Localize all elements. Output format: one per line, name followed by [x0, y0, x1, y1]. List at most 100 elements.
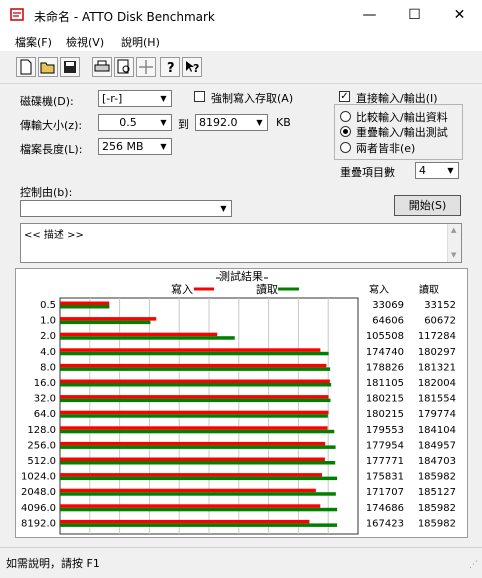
description-text: << 描述 >> — [24, 230, 84, 241]
direct-io-checkbox[interactable]: ✓ — [339, 91, 350, 102]
to-label: 到 — [178, 118, 189, 131]
compare-radio[interactable] — [340, 111, 351, 122]
open-folder-icon[interactable] — [38, 57, 58, 77]
category-label: 0.5 — [40, 300, 56, 311]
write-value: 105508 — [366, 331, 404, 342]
menu-file[interactable]: 檔案(F) — [15, 34, 52, 50]
transfer-from-select[interactable]: 0.5 ▼ — [98, 114, 172, 131]
help-icon[interactable]: ? — [160, 57, 180, 77]
benchmark-chart: 測試結果寫入讀取寫入讀取020406080100120140160180200傳… — [21, 269, 456, 564]
queue-depth-select[interactable]: 4 ▼ — [415, 162, 459, 179]
read-bar — [60, 492, 336, 496]
menu-bar: 檔案(F) 檢視(V) 說明(H) — [0, 31, 482, 51]
close-button[interactable]: ✕ — [437, 0, 482, 31]
category-label: 64.0 — [34, 409, 56, 420]
category-label: 1.0 — [40, 316, 56, 327]
read-bar — [60, 461, 336, 465]
print-icon[interactable] — [92, 57, 112, 77]
write-value: 177954 — [366, 440, 404, 451]
read-bar — [60, 320, 151, 325]
menu-help[interactable]: 說明(H) — [121, 34, 160, 50]
write-bar — [60, 457, 325, 461]
controlled-by-select[interactable]: ▼ — [20, 200, 232, 217]
chevron-down-icon: ▼ — [160, 118, 167, 127]
start-button-label: 開始(S) — [408, 199, 447, 212]
queue-depth-label: 重疊項目數 — [340, 166, 395, 179]
write-bar — [60, 379, 330, 383]
category-label: 4.0 — [40, 347, 56, 358]
write-bar — [60, 301, 110, 305]
resize-grip-icon[interactable]: ⋰ — [469, 560, 478, 570]
description-scrollbar[interactable]: ▲ ▼ — [447, 224, 461, 262]
read-value: 182004 — [418, 378, 456, 389]
read-value: 33152 — [424, 300, 456, 311]
file-length-value: 256 MB — [102, 140, 144, 153]
read-value: 184703 — [418, 456, 456, 467]
new-document-icon[interactable] — [16, 57, 36, 77]
write-bar — [60, 441, 326, 446]
start-button[interactable]: 開始(S) — [394, 195, 461, 216]
minimize-button[interactable]: — — [347, 0, 392, 31]
read-bar — [60, 305, 110, 309]
category-label: 256.0 — [27, 440, 56, 451]
transfer-to-select[interactable]: 8192.0 ▼ — [195, 114, 268, 131]
title-bar[interactable]: 未命名 - ATTO Disk Benchmark — ☐ ✕ — [0, 0, 482, 31]
file-length-select[interactable]: 256 MB ▼ — [98, 138, 172, 155]
neither-radio[interactable] — [340, 142, 351, 153]
read-value: 117284 — [418, 331, 456, 342]
write-bar — [60, 395, 329, 399]
category-label: 16.0 — [34, 378, 56, 389]
move-icon[interactable] — [136, 57, 156, 77]
write-bar — [60, 426, 328, 430]
write-value: 174740 — [366, 347, 404, 358]
read-bar — [60, 351, 329, 356]
write-value: 177771 — [366, 456, 404, 467]
status-text: 如需說明，請按 F1 — [6, 557, 100, 570]
read-value: 185127 — [418, 487, 456, 498]
chevron-down-icon: ▼ — [451, 251, 457, 259]
write-bar — [60, 488, 316, 493]
write-value: 178826 — [366, 362, 404, 373]
category-label: 8192.0 — [21, 518, 56, 529]
overlap-radio[interactable] — [340, 126, 351, 137]
read-value: 181321 — [418, 362, 456, 373]
read-bar — [60, 445, 336, 449]
read-bar — [60, 383, 332, 387]
overlap-label: 重疊輸入/輸出測試 — [356, 126, 448, 139]
read-bar — [60, 367, 331, 371]
write-column-header: 寫入 — [369, 283, 389, 296]
category-label: 4096.0 — [21, 503, 56, 514]
write-value: 180215 — [366, 394, 404, 405]
chevron-down-icon: ▼ — [256, 118, 263, 127]
read-bar — [60, 414, 328, 418]
write-bar — [60, 473, 322, 477]
category-label: 128.0 — [27, 425, 56, 436]
chevron-down-icon: ▼ — [447, 166, 454, 175]
write-bar — [60, 317, 157, 321]
legend-read-label: 讀取 — [256, 282, 278, 296]
chevron-down-icon: ▼ — [160, 142, 167, 151]
legend-write-label: 寫入 — [171, 282, 193, 296]
read-bar — [60, 507, 338, 512]
kb-label: KB — [276, 116, 291, 129]
write-bar — [60, 504, 321, 508]
write-bar — [60, 332, 218, 337]
force-write-checkbox[interactable] — [194, 91, 205, 102]
write-value: 33069 — [372, 300, 404, 311]
context-help-icon[interactable]: ? — [182, 57, 202, 77]
category-label: 32.0 — [34, 394, 56, 405]
description-textarea[interactable]: << 描述 >> ▲ ▼ — [20, 223, 462, 263]
write-bar — [60, 410, 329, 415]
maximize-button[interactable]: ☐ — [392, 0, 437, 31]
transfer-size-label: 傳輸大小(z): — [20, 119, 83, 132]
read-value: 179774 — [418, 409, 456, 420]
write-value: 175831 — [366, 472, 404, 483]
chevron-down-icon: ▼ — [160, 94, 167, 103]
drive-select[interactable]: [-r-] ▼ — [98, 90, 172, 107]
save-disk-icon[interactable] — [60, 57, 80, 77]
menu-view[interactable]: 檢視(V) — [66, 34, 104, 50]
print-preview-icon[interactable] — [114, 57, 134, 77]
read-bar — [60, 336, 235, 340]
queue-depth-value: 4 — [419, 164, 426, 177]
toolbar: ? ? — [0, 51, 482, 84]
